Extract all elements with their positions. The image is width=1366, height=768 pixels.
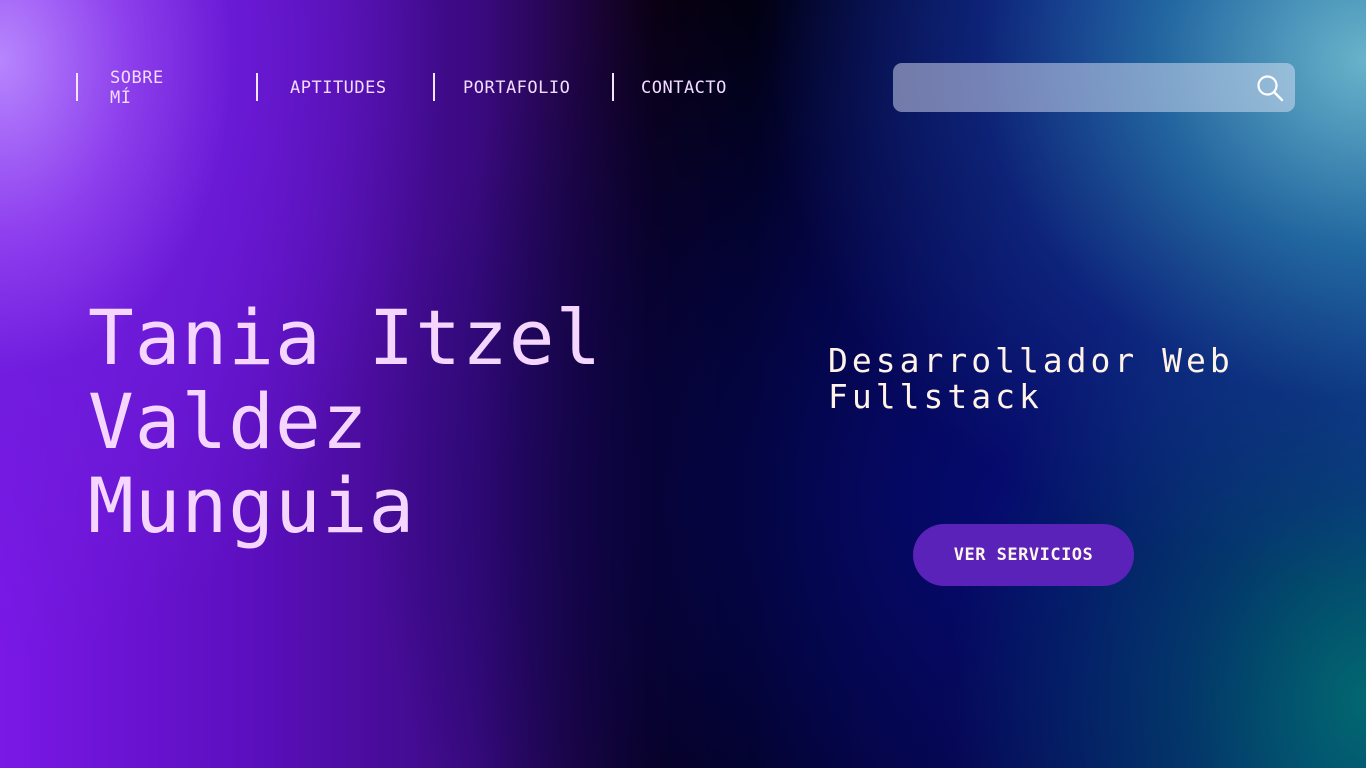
search-box: [893, 63, 1295, 114]
nav-separator: [76, 73, 78, 101]
nav-item-sobre-mi[interactable]: SOBRE MÍ: [110, 68, 164, 108]
nav-separator: [256, 73, 258, 101]
search-icon[interactable]: [1255, 73, 1285, 103]
nav-item-contacto[interactable]: CONTACTO: [641, 68, 727, 108]
hero-name: Tania Itzel Valdez Munguia: [88, 296, 602, 548]
role-title-line: Desarrollador Web: [828, 341, 1234, 380]
role-title: Desarrollador Web Fullstack: [828, 343, 1234, 415]
hero-name-line: Munguia: [88, 461, 416, 550]
hero-name-line: Valdez: [88, 377, 369, 466]
ver-servicios-button[interactable]: VER SERVICIOS: [913, 524, 1134, 586]
nav-separator: [612, 73, 614, 101]
nav-separator: [433, 73, 435, 101]
nav-item-portafolio[interactable]: PORTAFOLIO: [463, 68, 570, 108]
hero-name-line: Tania Itzel: [88, 293, 603, 382]
nav-item-aptitudes[interactable]: APTITUDES: [290, 68, 387, 108]
role-title-line: Fullstack: [828, 377, 1043, 416]
search-input[interactable]: [907, 63, 1241, 114]
